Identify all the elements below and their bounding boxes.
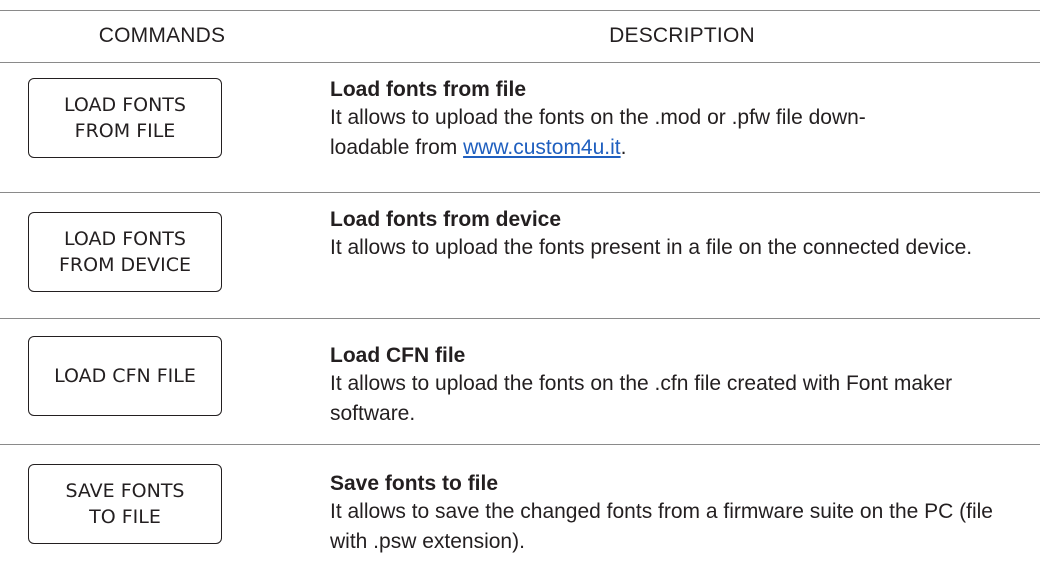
table-header: COMMANDS DESCRIPTION bbox=[0, 10, 1040, 62]
row-text-line: loadable from bbox=[330, 136, 464, 159]
row-description: Load fonts from device It allows to uplo… bbox=[330, 207, 1036, 263]
row-text-period: . bbox=[620, 136, 627, 159]
row-title: Load fonts from file bbox=[330, 78, 526, 101]
row-description: Save fonts to file It allows to save the… bbox=[330, 471, 1036, 557]
row-text: It allows to upload the fonts on the .cf… bbox=[330, 372, 953, 425]
load-fonts-from-file-button[interactable]: LOAD FONTS FROM FILE bbox=[28, 78, 222, 158]
row-title: Load CFN file bbox=[330, 344, 466, 367]
row-text: It allows to upload the fonts present in… bbox=[330, 236, 973, 259]
row-text-line: It allows to upload the fonts on the .mo… bbox=[330, 106, 866, 129]
save-fonts-to-file-button[interactable]: SAVE FONTS TO FILE bbox=[28, 464, 222, 544]
load-fonts-from-device-button[interactable]: LOAD FONTS FROM DEVICE bbox=[28, 212, 222, 292]
table-row: LOAD FONTS FROM FILE Load fonts from fil… bbox=[0, 62, 1040, 192]
load-cfn-file-button[interactable]: LOAD CFN FILE bbox=[28, 336, 222, 416]
table-row: LOAD FONTS FROM DEVICE Load fonts from d… bbox=[0, 192, 1040, 318]
header-commands: COMMANDS bbox=[98, 24, 226, 47]
row-title: Load fonts from device bbox=[330, 208, 562, 231]
row-text: It allows to save the changed fonts from… bbox=[330, 500, 993, 553]
table-row: LOAD CFN FILE Load CFN file It allows to… bbox=[0, 318, 1040, 444]
header-description: DESCRIPTION bbox=[609, 24, 755, 47]
custom4u-link[interactable]: www.custom4u.it bbox=[463, 136, 621, 159]
row-title: Save fonts to file bbox=[330, 472, 499, 495]
row-description: Load CFN file It allows to upload the fo… bbox=[330, 343, 1036, 429]
row-text: It allows to upload the fonts on the .mo… bbox=[330, 103, 1036, 163]
commands-table: COMMANDS DESCRIPTION LOAD FONTS FROM FIL… bbox=[0, 0, 1040, 572]
row-description: Load fonts from file It allows to upload… bbox=[330, 77, 1036, 163]
table-row: SAVE FONTS TO FILE Save fonts to file It… bbox=[0, 444, 1040, 572]
